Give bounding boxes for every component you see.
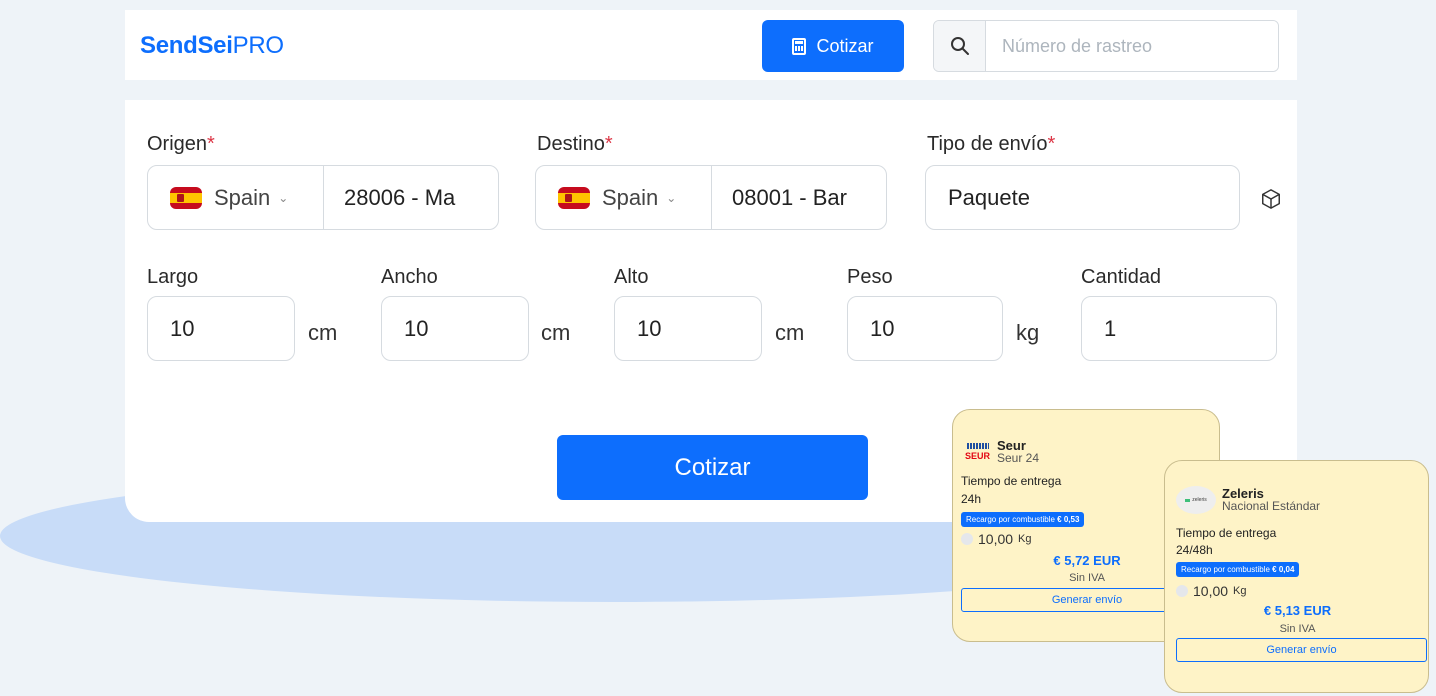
generar-envio-button[interactable]: Generar envío [1176,638,1427,662]
weight-display: 10,00 Kg [1176,583,1247,599]
alto-unit: cm [775,320,805,345]
ancho-unit: cm [541,320,571,345]
weight-indicator-icon [961,533,973,545]
weight-display: 10,00 Kg [961,531,1032,547]
zeleris-logo-icon: zeleris [1176,486,1216,514]
largo-label: Largo [147,266,199,288]
cotizar-nav-label: Cotizar [816,35,874,56]
cantidad-input[interactable]: 1 [1081,296,1277,361]
fuel-surcharge-badge: Recargo por combustible € 0,04 [1176,562,1300,577]
largo-input[interactable]: 10 [147,296,295,361]
carrier-header: zeleris Zeleris Nacional Estándar [1176,486,1320,514]
calculator-icon [792,37,807,55]
delivery-label: Tiempo de entrega [1176,526,1277,540]
chevron-down-icon: ⌄ [278,190,289,205]
ancho-input[interactable]: 10 [381,296,529,361]
destino-country-select[interactable]: Spain ⌄ [536,166,712,229]
quote-card-zeleris: zeleris Zeleris Nacional Estándar Tiempo… [1164,460,1429,693]
delivery-value: 24h [961,492,982,506]
delivery-label: Tiempo de entrega [961,474,1062,488]
fuel-surcharge-badge: Recargo por combustible € 0,53 [961,512,1085,527]
destino-field: Spain ⌄ 08001 - Bar [535,165,887,230]
carrier-service: Nacional Estándar [1222,499,1321,513]
tracking-search [933,20,1279,72]
carrier-header: SEUR Seur Seur 24 [963,439,1040,465]
origen-field: Spain ⌄ 28006 - Ma [147,165,499,230]
destino-postal-input[interactable]: 08001 - Bar [712,166,886,229]
weight-indicator-icon [1176,585,1188,597]
cotizar-submit-button[interactable]: Cotizar [557,435,868,500]
seur-logo-icon: SEUR [963,441,991,463]
tax-note: Sin IVA [1279,623,1316,635]
origen-label: Origen* [147,133,215,155]
destino-country: Spain [602,184,659,210]
origen-country-select[interactable]: Spain ⌄ [148,166,324,229]
spain-flag-icon [170,186,202,209]
spain-flag-icon [558,186,590,209]
chevron-down-icon: ⌄ [666,190,677,205]
origen-postal-input[interactable]: 28006 - Ma [324,166,498,229]
tipo-envio-select[interactable]: Paquete [925,165,1240,230]
tracking-number-input[interactable] [986,21,1278,71]
tipo-envio-label: Tipo de envío* [927,133,1056,155]
peso-label: Peso [847,266,893,288]
origen-country: Spain [214,184,271,210]
carrier-service: Seur 24 [997,451,1040,465]
largo-unit: cm [308,320,338,345]
ancho-label: Ancho [381,266,438,288]
quote-price: € 5,13 EUR [1263,603,1332,618]
alto-input[interactable]: 10 [614,296,762,361]
peso-unit: kg [1016,320,1040,345]
top-navbar: SendSeiPRO Cotizar [125,10,1297,80]
search-icon[interactable] [934,21,986,71]
peso-input[interactable]: 10 [847,296,1003,361]
cotizar-nav-button[interactable]: Cotizar [762,20,904,72]
brand-name: SendSei [140,32,233,59]
alto-label: Alto [614,266,649,288]
destino-label: Destino* [537,133,613,155]
brand-logo[interactable]: SendSeiPRO [140,32,284,60]
brand-suffix: PRO [232,32,284,59]
package-box-icon[interactable] [1260,188,1282,215]
delivery-value: 24/48h [1176,543,1213,557]
cantidad-label: Cantidad [1081,266,1162,288]
